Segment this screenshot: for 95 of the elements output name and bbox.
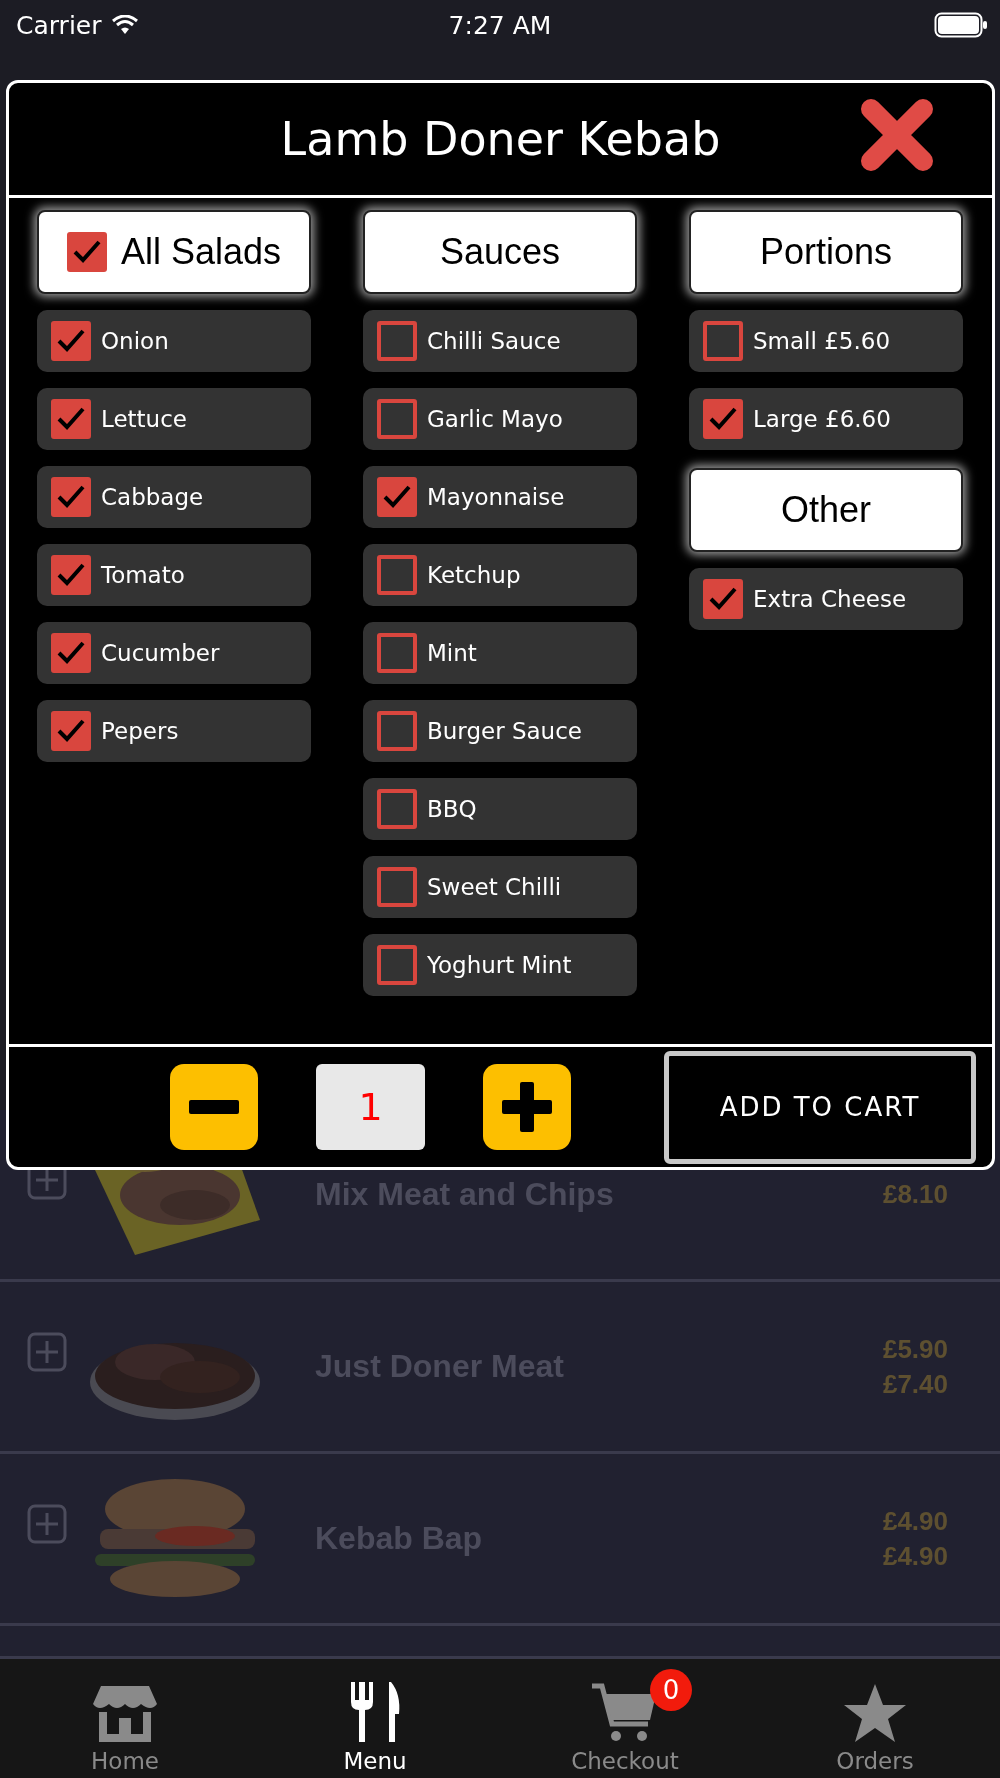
checkbox[interactable] (703, 321, 743, 361)
option-item[interactable]: Ketchup (363, 544, 637, 606)
checkbox[interactable] (377, 477, 417, 517)
checkbox[interactable] (66, 232, 107, 272)
checkbox[interactable] (377, 789, 417, 829)
option-label: Large £6.60 (753, 406, 891, 432)
check-icon (56, 718, 86, 744)
option-label: Cucumber (101, 640, 220, 666)
checkbox[interactable] (377, 945, 417, 985)
option-label: Tomato (101, 562, 185, 588)
checkbox[interactable] (377, 711, 417, 751)
checkbox[interactable] (51, 711, 91, 751)
check-icon (56, 406, 86, 432)
section-button[interactable]: All Salads (37, 210, 311, 294)
option-label: Lettuce (101, 406, 187, 432)
option-label: Pepers (101, 718, 179, 744)
battery-icon (934, 12, 988, 38)
option-label: Yoghurt Mint (427, 952, 572, 978)
section-title: All Salads (120, 231, 282, 273)
option-item[interactable]: Tomato (37, 544, 311, 606)
section-title: Other (780, 489, 871, 531)
option-label: Burger Sauce (427, 718, 582, 744)
checkbox[interactable] (51, 399, 91, 439)
cart-badge: 0 (650, 1669, 692, 1711)
section-button[interactable]: Other (689, 468, 963, 552)
check-icon (71, 239, 102, 265)
tab-item[interactable]: Orders (750, 1659, 1000, 1778)
minus-icon (189, 1100, 239, 1114)
option-label: Sweet Chilli (427, 874, 562, 900)
option-label: Mayonnaise (427, 484, 565, 510)
option-item[interactable]: Garlic Mayo (363, 388, 637, 450)
item-price: £7.40 (882, 1368, 948, 1400)
option-label: Cabbage (101, 484, 204, 510)
option-item[interactable]: Cabbage (37, 466, 311, 528)
option-item[interactable]: Chilli Sauce (363, 310, 637, 372)
check-icon (56, 640, 86, 666)
option-item[interactable]: Mayonnaise (363, 466, 637, 528)
item-price: £4.90 (882, 1505, 948, 1537)
option-item[interactable]: Lettuce (37, 388, 311, 450)
checkbox[interactable] (51, 555, 91, 595)
tab-item[interactable]: Checkout 0 (500, 1659, 750, 1778)
option-item[interactable]: Yoghurt Mint (363, 934, 637, 996)
decrease-button[interactable] (170, 1064, 258, 1150)
add-to-cart-button[interactable]: ADD TO CART (664, 1050, 976, 1164)
section-title: Portions (759, 231, 893, 273)
dialog-title: Lamb Doner Kebab (280, 112, 721, 166)
checkbox[interactable] (703, 579, 743, 619)
checkbox[interactable] (377, 555, 417, 595)
check-icon (708, 586, 738, 612)
section-button[interactable]: Portions (689, 210, 963, 294)
option-item[interactable]: Burger Sauce (363, 700, 637, 762)
checkbox[interactable] (377, 399, 417, 439)
plus-icon (502, 1082, 552, 1132)
checkbox[interactable] (377, 633, 417, 673)
checkbox[interactable] (703, 399, 743, 439)
section-button[interactable]: Sauces (363, 210, 637, 294)
checkbox[interactable] (51, 633, 91, 673)
option-item[interactable]: Small £5.60 (689, 310, 963, 372)
item-price: £8.10 (882, 1179, 948, 1210)
option-item[interactable]: Mint (363, 622, 637, 684)
check-icon (56, 484, 86, 510)
option-item[interactable]: Pepers (37, 700, 311, 762)
status-time: 7:27 AM (447, 10, 553, 40)
checkbox[interactable] (51, 321, 91, 361)
option-label: BBQ (427, 796, 477, 822)
option-label: Small £5.60 (753, 328, 891, 354)
option-item[interactable]: Onion (37, 310, 311, 372)
option-label: Extra Cheese (753, 586, 907, 612)
check-icon (56, 328, 86, 354)
increase-button[interactable] (483, 1064, 571, 1150)
section-title: Sauces (439, 231, 561, 273)
option-label: Onion (101, 328, 169, 354)
option-item[interactable]: Extra Cheese (689, 568, 963, 630)
store-icon (91, 1684, 159, 1744)
item-price: £5.90 (882, 1333, 948, 1365)
option-item[interactable]: Sweet Chilli (363, 856, 637, 918)
check-icon (382, 484, 412, 510)
item-price: £4.90 (882, 1540, 948, 1572)
option-label: Garlic Mayo (427, 406, 563, 432)
tab-item[interactable]: Home (0, 1659, 250, 1778)
option-label: Mint (427, 640, 477, 666)
option-item[interactable]: Large £6.60 (689, 388, 963, 450)
wifi-icon (111, 15, 138, 35)
option-label: Ketchup (427, 562, 521, 588)
checkbox[interactable] (377, 321, 417, 361)
checkbox[interactable] (377, 867, 417, 907)
check-icon (56, 562, 86, 588)
checkbox[interactable] (51, 477, 91, 517)
option-item[interactable]: Cucumber (37, 622, 311, 684)
option-label: Chilli Sauce (427, 328, 561, 354)
check-icon (708, 406, 738, 432)
star-icon (842, 1682, 908, 1744)
tab-item[interactable]: Menu (250, 1659, 500, 1778)
option-item[interactable]: BBQ (363, 778, 637, 840)
carrier-label: Carrier (16, 10, 102, 40)
